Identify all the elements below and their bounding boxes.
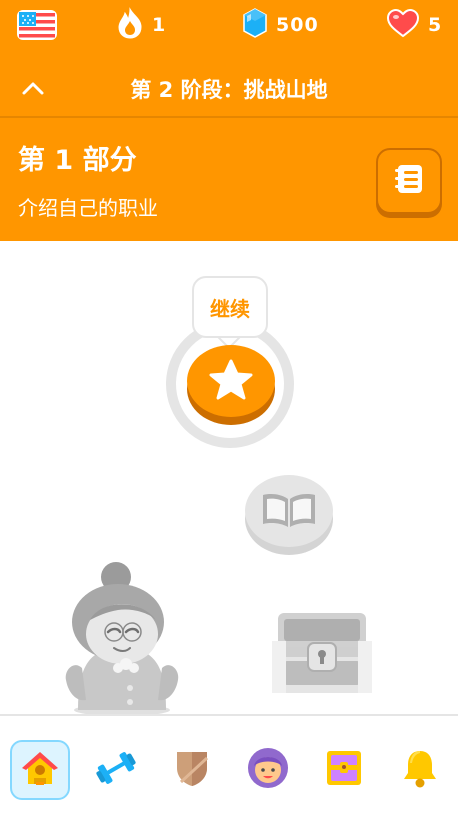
section-selector[interactable]: 第 2 阶段：挑战山地 [0, 62, 458, 116]
heart-count: 5 [428, 14, 443, 36]
hearts-counter[interactable]: 5 [386, 8, 442, 42]
section-title: 第 2 阶段：挑战山地 [130, 78, 328, 102]
dumbbell-icon [94, 748, 138, 792]
duo-character-grandma [60, 560, 184, 716]
nav-item-notifications[interactable] [390, 740, 450, 800]
streak-count: 1 [152, 14, 167, 36]
fire-icon [116, 7, 144, 43]
chest-icon [272, 613, 372, 693]
us-flag-icon[interactable] [17, 10, 57, 40]
shield-icon [173, 748, 211, 792]
quest-chest-icon [324, 748, 364, 792]
nav-item-leaderboards[interactable] [162, 740, 222, 800]
gem-count: 500 [276, 14, 319, 36]
notebook-icon [392, 162, 426, 200]
continue-tooltip[interactable]: 继续 [192, 276, 268, 338]
top-bar: 1 500 5 第 2 阶段：挑战山地 [0, 0, 458, 116]
gem-icon [242, 7, 268, 43]
nav-item-profile[interactable] [238, 740, 298, 800]
unit-title: 第 1 部分 [18, 145, 137, 176]
unit-header: 第 1 部分 介绍自己的职业 [0, 116, 458, 241]
stats-bar: 1 500 5 [0, 0, 458, 52]
home-icon [20, 748, 60, 792]
guidebook-button[interactable] [376, 148, 442, 214]
nav-item-quests[interactable] [314, 740, 374, 800]
profile-icon [246, 746, 290, 794]
unit-subtitle: 介绍自己的职业 [18, 196, 158, 220]
nav-item-learn[interactable] [10, 740, 70, 800]
nav-item-practice[interactable] [86, 740, 146, 800]
bottom-nav [0, 716, 458, 820]
bell-icon [400, 747, 440, 793]
streak-counter[interactable]: 1 [116, 7, 167, 43]
heart-icon [386, 8, 420, 42]
lesson-node-active[interactable] [185, 343, 277, 427]
lesson-node-locked-book[interactable] [243, 473, 335, 557]
reward-chest-locked[interactable] [268, 605, 376, 697]
gems-counter[interactable]: 500 [242, 8, 319, 42]
